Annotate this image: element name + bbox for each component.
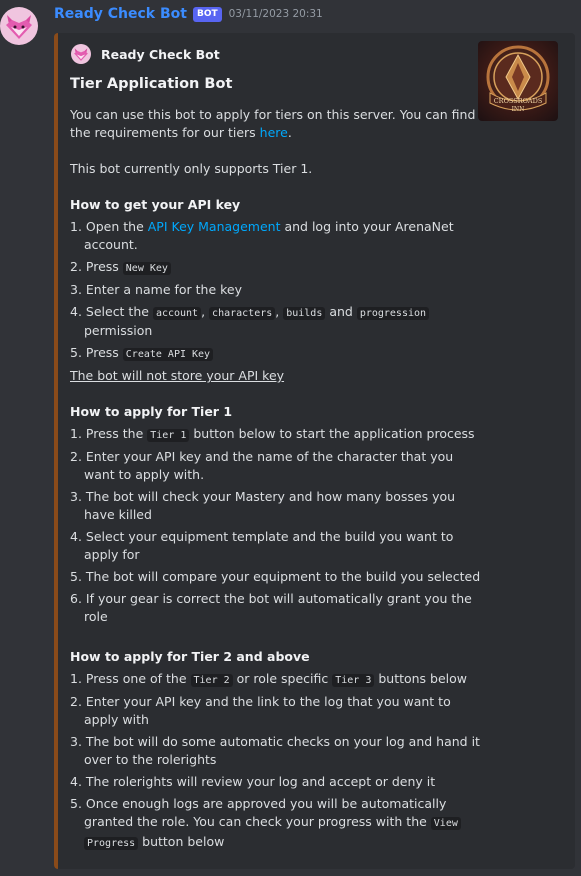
tier1-step-6-cont: role: [84, 609, 108, 624]
code-tier-2: Tier 2: [190, 674, 233, 687]
fox-mascot-icon: [71, 44, 91, 64]
code-tier-1: Tier 1: [147, 429, 190, 442]
embed-card: Ready Check Bot CROSSROADS INN Tier Appl…: [54, 33, 575, 869]
fox-mascot-icon: [6, 15, 32, 39]
api-step-2: 2. Press New Key: [70, 258, 171, 278]
bot-tag: BOT: [192, 6, 222, 22]
username[interactable]: Ready Check Bot: [54, 6, 187, 22]
tier1-step-1: 1. Press the Tier 1 button below to star…: [70, 426, 475, 442]
code-progress: Progress: [84, 837, 139, 850]
tier1-step-4: 4. Select your equipment template and th…: [70, 529, 454, 544]
tier1-step-5: 5. The bot will compare your equipment t…: [70, 569, 481, 584]
code-new-key: New Key: [122, 262, 171, 275]
api-key-management-link[interactable]: API Key Management: [148, 219, 281, 234]
api-step-1: 1. Open the API Key Management and log i…: [70, 219, 454, 234]
timestamp[interactable]: 03/11/2023 20:31: [229, 8, 323, 20]
bot-avatar[interactable]: [0, 7, 38, 45]
message-header: Ready Check Bot BOT 03/11/2023 20:31: [54, 6, 323, 22]
api-step-5: 5. Press Create API Key: [70, 344, 214, 364]
api-step-1-cont: account.: [84, 237, 138, 252]
tier2-step-2-cont: apply with: [84, 712, 149, 727]
tier1-step-6: 6. If your gear is correct the bot will …: [70, 591, 472, 606]
intro-line-1: You can use this bot to apply for tiers …: [70, 107, 476, 122]
requirements-link[interactable]: here: [260, 125, 288, 140]
tier2-heading: How to apply for Tier 2 and above: [70, 649, 310, 664]
tier2-step-3: 3. The bot will do some automatic checks…: [70, 734, 480, 749]
code-create-api-key: Create API Key: [122, 348, 214, 361]
code-progression: progression: [356, 307, 430, 320]
code-characters: characters: [209, 307, 276, 320]
tier2-step-1: 1. Press one of the Tier 2 or role speci…: [70, 671, 468, 687]
code-builds: builds: [283, 307, 326, 320]
tier2-step-5: 5. Once enough logs are approved you wil…: [70, 796, 447, 811]
embed-title: Tier Application Bot: [70, 76, 233, 92]
api-key-note: The bot will not store your API key: [70, 368, 285, 383]
support-note: This bot currently only supports Tier 1.: [70, 161, 313, 176]
code-tier-3: Tier 3: [332, 674, 375, 687]
embed-author-name: Ready Check Bot: [101, 46, 220, 62]
api-step-4: 4. Select the account, characters, build…: [70, 303, 430, 323]
tier1-step-3-cont: have killed: [84, 507, 152, 522]
embed-author: Ready Check Bot: [71, 44, 220, 64]
code-account: account: [152, 307, 202, 320]
tier1-heading: How to apply for Tier 1: [70, 404, 233, 419]
tier2-step-3-cont: over to the rolerights: [84, 752, 217, 767]
tier2-step-2: 2. Enter your API key and the link to th…: [70, 694, 451, 709]
tier1-step-3: 3. The bot will check your Mastery and h…: [70, 489, 456, 504]
tier1-step-4-cont: apply for: [84, 547, 140, 562]
tier1-step-2: 2. Enter your API key and the name of th…: [70, 449, 454, 464]
intro-line-2: the requirements for our tiers here.: [70, 125, 292, 140]
tier1-step-2-cont: want to apply with.: [84, 467, 205, 482]
svg-text:CROSSROADS: CROSSROADS: [494, 97, 543, 105]
tier2-step-5-cont: granted the role. You can check your pro…: [84, 813, 461, 833]
svg-text:INN: INN: [512, 106, 525, 113]
crossroads-inn-thumbnail[interactable]: CROSSROADS INN: [478, 41, 558, 121]
code-view: View: [430, 817, 461, 830]
tier2-step-4: 4. The rolerights will review your log a…: [70, 774, 436, 789]
tier2-step-5-cont-2: Progress button below: [84, 833, 224, 853]
api-key-heading: How to get your API key: [70, 197, 241, 212]
api-step-3: 3. Enter a name for the key: [70, 282, 243, 297]
api-step-4-cont: permission: [84, 323, 153, 338]
